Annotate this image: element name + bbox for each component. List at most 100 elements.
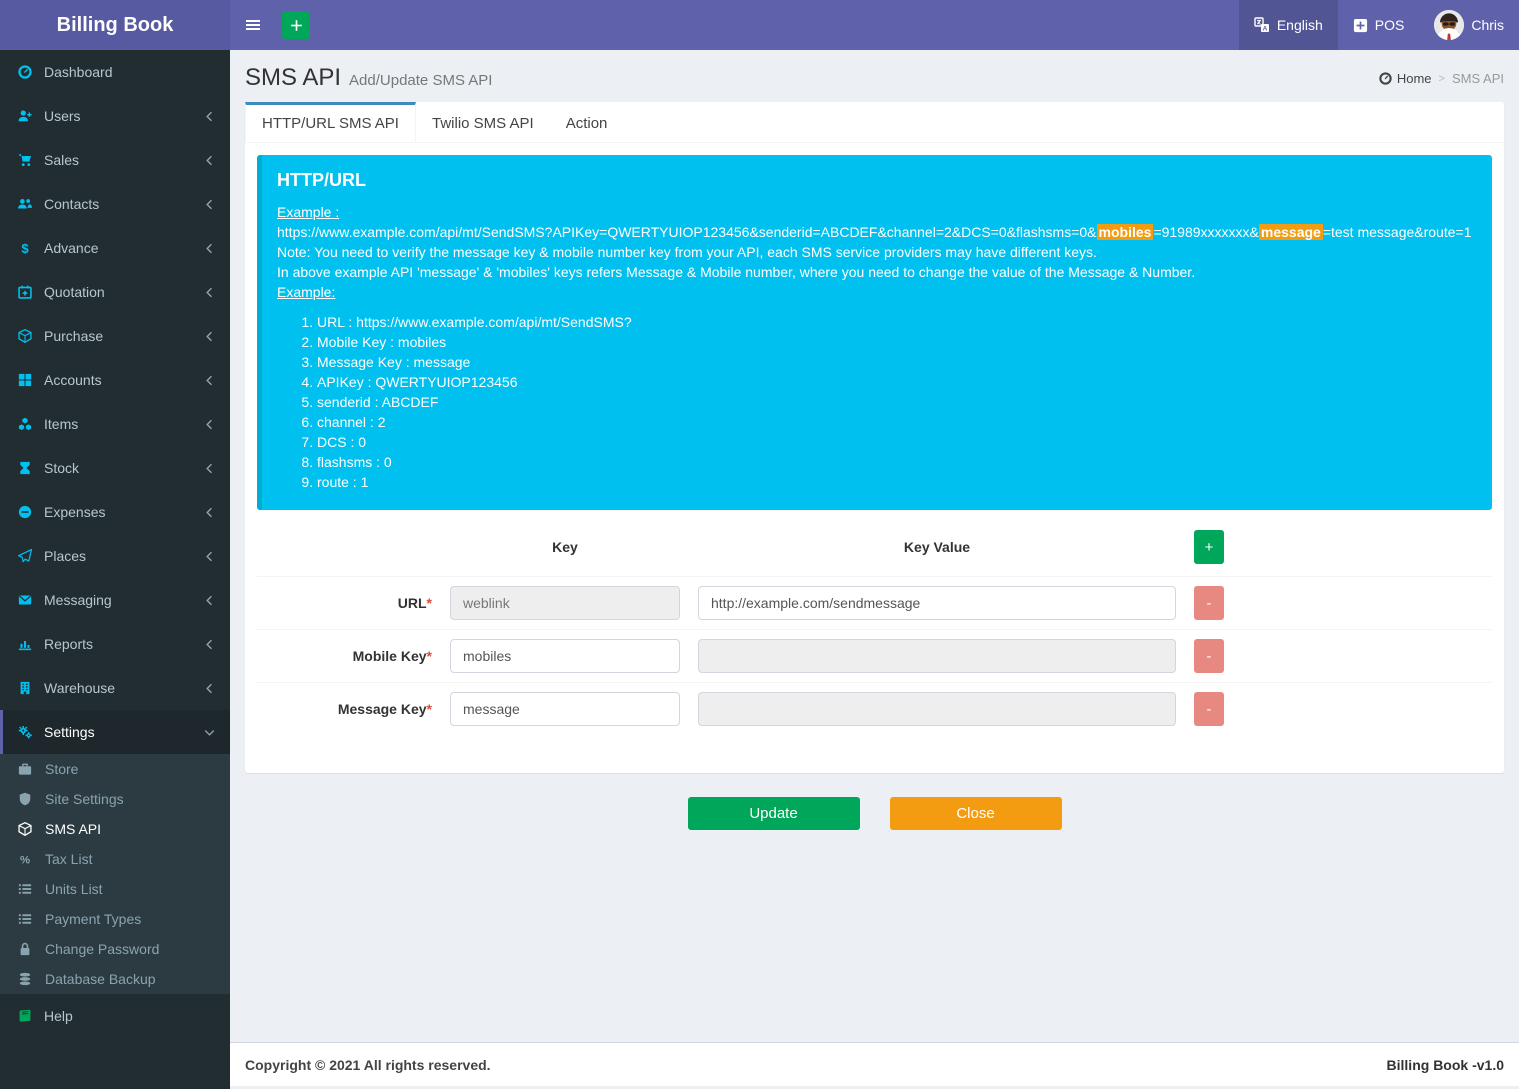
plus-icon — [290, 19, 303, 32]
update-button[interactable]: Update — [688, 797, 860, 830]
tab-action[interactable]: Action — [550, 102, 624, 142]
tab-twilio-sms-api[interactable]: Twilio SMS API — [416, 102, 550, 142]
sidebar-item-settings[interactable]: Settings — [0, 710, 230, 754]
app-window: Billing Book A English POS Chris Dashboa… — [0, 0, 1519, 1089]
page-subtitle: Add/Update SMS API — [349, 72, 492, 89]
sub-item-label: Change Password — [45, 941, 159, 957]
cube-icon — [18, 822, 35, 836]
envelope-icon — [18, 593, 35, 607]
sidebar-item-sales[interactable]: Sales — [0, 138, 230, 182]
sidebar-item-warehouse[interactable]: Warehouse — [0, 666, 230, 710]
chevron-left-icon — [204, 683, 215, 694]
cubes-icon — [18, 417, 35, 431]
sidebar: Dashboard Users Sales Contacts $ Advance… — [0, 50, 230, 1089]
user-plus-icon — [18, 109, 35, 123]
sidebar-item-advance[interactable]: $ Advance — [0, 226, 230, 270]
chevron-left-icon — [204, 375, 215, 386]
language-label: English — [1277, 17, 1323, 33]
sidebar-item-label: Settings — [44, 724, 95, 740]
chevron-down-icon — [204, 727, 215, 738]
sidebar-item-change-password[interactable]: Change Password — [0, 934, 230, 964]
sidebar-item-messaging[interactable]: Messaging — [0, 578, 230, 622]
sidebar-item-label: Places — [44, 548, 86, 564]
sidebar-item-label: Accounts — [44, 372, 102, 388]
pos-label: POS — [1375, 17, 1405, 33]
add-row-button[interactable]: + — [1194, 530, 1224, 564]
chevron-left-icon — [204, 639, 215, 650]
sidebar-item-label: Sales — [44, 152, 79, 168]
sidebar-item-database-backup[interactable]: Database Backup — [0, 964, 230, 994]
language-menu[interactable]: A English — [1239, 0, 1338, 50]
key-column-header: Key — [450, 539, 680, 555]
sidebar-item-contacts[interactable]: Contacts — [0, 182, 230, 226]
breadcrumb-home-link[interactable]: Home — [1379, 71, 1432, 86]
required-asterisk: * — [427, 595, 432, 611]
sidebar-item-label: Quotation — [44, 284, 105, 300]
close-button[interactable]: Close — [890, 797, 1062, 830]
callout-description: In above example API 'message' & 'mobile… — [277, 262, 1474, 282]
example-parameter-list: URL : https://www.example.com/api/mt/Sen… — [277, 312, 1474, 492]
sidebar-item-label: Help — [44, 1008, 73, 1024]
sidebar-item-site-settings[interactable]: Site Settings — [0, 784, 230, 814]
sub-item-label: Payment Types — [45, 911, 141, 927]
form-row-message-key: Message Key* - — [257, 682, 1492, 735]
breadcrumb-current: SMS API — [1452, 71, 1504, 86]
database-icon — [18, 972, 35, 986]
user-menu[interactable]: Chris — [1419, 0, 1519, 50]
list-icon — [18, 912, 35, 926]
dollar-icon: $ — [18, 241, 35, 255]
sidebar-item-quotation[interactable]: Quotation — [0, 270, 230, 314]
list-item: channel : 2 — [317, 412, 1474, 432]
avatar — [1434, 10, 1464, 40]
remove-row-button[interactable]: - — [1194, 639, 1224, 673]
sidebar-item-help[interactable]: Help — [0, 994, 230, 1038]
sidebar-toggle-button[interactable] — [230, 0, 276, 50]
example2-link[interactable]: Example: — [277, 284, 335, 300]
sidebar-item-dashboard[interactable]: Dashboard — [0, 50, 230, 94]
sidebar-item-store[interactable]: Store — [0, 754, 230, 784]
sidebar-item-label: Items — [44, 416, 78, 432]
remove-row-button[interactable]: - — [1194, 586, 1224, 620]
sidebar-item-payment-types[interactable]: Payment Types — [0, 904, 230, 934]
sidebar-item-stock[interactable]: Stock — [0, 446, 230, 490]
version-text: Billing Book -v1.0 — [1387, 1057, 1504, 1073]
plus-square-icon — [1353, 18, 1368, 33]
sidebar-item-label: Contacts — [44, 196, 99, 212]
pos-menu[interactable]: POS — [1338, 0, 1420, 50]
chevron-left-icon — [204, 331, 215, 342]
callout-note: Note: You need to verify the message key… — [277, 242, 1474, 262]
svg-text:$: $ — [21, 241, 29, 255]
sidebar-item-users[interactable]: Users — [0, 94, 230, 138]
sidebar-item-units-list[interactable]: Units List — [0, 874, 230, 904]
form-row-url: URL* - — [257, 576, 1492, 629]
footer: Copyright © 2021 All rights reserved. Bi… — [230, 1042, 1519, 1086]
url-value-input[interactable] — [698, 586, 1176, 620]
example-link[interactable]: Example : — [277, 204, 339, 220]
sidebar-item-places[interactable]: Places — [0, 534, 230, 578]
message-key-label: Message Key* — [257, 701, 432, 717]
sidebar-item-sms-api[interactable]: SMS API — [0, 814, 230, 844]
sidebar-item-purchase[interactable]: Purchase — [0, 314, 230, 358]
sub-item-label: SMS API — [45, 821, 101, 837]
brand-logo[interactable]: Billing Book — [0, 0, 230, 50]
paper-plane-icon — [18, 549, 35, 563]
breadcrumb-home-label: Home — [1397, 71, 1432, 86]
svg-text:%: % — [20, 854, 30, 866]
sidebar-item-label: Purchase — [44, 328, 103, 344]
sidebar-item-reports[interactable]: Reports — [0, 622, 230, 666]
mobile-key-input[interactable] — [450, 639, 680, 673]
message-key-input[interactable] — [450, 692, 680, 726]
sidebar-item-label: Reports — [44, 636, 93, 652]
tab-http-url-sms-api[interactable]: HTTP/URL SMS API — [245, 102, 416, 142]
sidebar-item-items[interactable]: Items — [0, 402, 230, 446]
list-item: flashsms : 0 — [317, 452, 1474, 472]
sub-item-label: Store — [45, 761, 78, 777]
remove-row-button[interactable]: - — [1194, 692, 1224, 726]
quick-add-button[interactable] — [282, 11, 310, 39]
sidebar-item-tax-list[interactable]: % Tax List — [0, 844, 230, 874]
copyright-text: Copyright © 2021 All rights reserved. — [245, 1057, 491, 1073]
sidebar-item-expenses[interactable]: Expenses — [0, 490, 230, 534]
svg-text:A: A — [1262, 26, 1267, 33]
sidebar-item-accounts[interactable]: Accounts — [0, 358, 230, 402]
example2-label: Example: — [277, 282, 1474, 302]
